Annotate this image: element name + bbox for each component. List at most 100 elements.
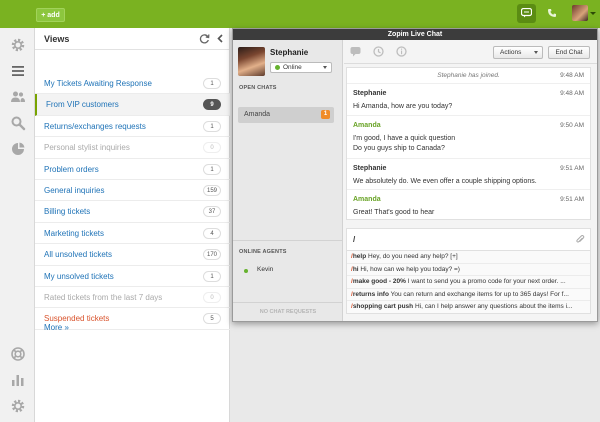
chat-message: Stephanie 9:48 AM Hi Amanda, how are you… [347, 84, 590, 116]
view-item[interactable]: Personal stylist inquiries 0 [35, 137, 230, 159]
message-text: Great! That's good to hear [353, 209, 435, 216]
agent-avatar [238, 47, 265, 76]
phone-icon [547, 8, 557, 20]
open-chat-item[interactable]: Amanda 1 [238, 107, 334, 123]
view-item-count: 1 [203, 120, 221, 132]
refresh-icon[interactable] [199, 33, 210, 44]
view-item[interactable]: All unsolved tickets 170 [35, 244, 230, 266]
message-text: Hi Amanda, how are you today? [353, 103, 453, 110]
help-ring-icon[interactable] [9, 345, 26, 362]
message-text: We absolutely do. We even offer a couple… [353, 178, 537, 185]
chat-toolbar: Actions End Chat [344, 40, 597, 64]
view-item-label: All unsolved tickets [44, 250, 113, 260]
end-chat-button[interactable]: End Chat [548, 46, 590, 59]
view-item-count: 9 [203, 99, 221, 111]
shortcut-command: returns info [352, 290, 389, 298]
message-time: 9:48 AM [560, 72, 584, 79]
online-agents-heading: ONLINE AGENTS [239, 249, 287, 255]
collapse-left-icon[interactable] [215, 33, 226, 44]
zopim-chat-window: Zopim Live Chat Stephanie Online OPEN CH… [232, 28, 598, 322]
views-panel: Views My Tickets Awaiting Response 1 From … [35, 28, 230, 422]
chat-toggle-button[interactable] [517, 4, 536, 23]
shortcut-command: hi [352, 265, 359, 273]
view-item-count: 37 [203, 206, 221, 218]
views-header: Views [35, 28, 229, 50]
chevron-down-icon [534, 51, 538, 54]
shortcut-item[interactable]: /make good - 20% I want to send you a pr… [347, 276, 590, 289]
gear-icon[interactable] [9, 36, 26, 53]
user-avatar[interactable] [572, 5, 588, 21]
view-item[interactable]: Billing tickets 37 [35, 201, 230, 223]
online-agent-name[interactable]: Kevin [257, 266, 273, 273]
open-chat-name: Amanda [244, 111, 271, 118]
view-item-label: Billing tickets [44, 207, 91, 217]
view-item-count: 4 [203, 227, 221, 239]
chevron-down-icon [323, 66, 327, 69]
system-message: Stephanie has joined. 9:48 AM [347, 68, 590, 84]
view-item[interactable]: Problem orders 1 [35, 159, 230, 180]
avatar-caret-icon[interactable] [590, 12, 596, 15]
chat-message: Amanda 9:51 AM Great! That's good to hea… [347, 190, 590, 220]
menu-icon[interactable] [9, 62, 26, 79]
more-views-link[interactable]: More » [44, 323, 69, 332]
agent-online-dot-icon [244, 269, 248, 273]
left-rail [0, 28, 35, 422]
history-clock-icon[interactable] [373, 46, 384, 57]
view-item-count: 5 [203, 313, 221, 325]
message-text: Do you guys ship to Canada? [353, 145, 445, 152]
view-item-label: Returns/exchanges requests [44, 121, 146, 131]
view-item-count: 0 [203, 292, 221, 303]
view-item[interactable]: Returns/exchanges requests 1 [35, 116, 230, 138]
view-item-count: 170 [202, 249, 221, 261]
chat-input[interactable]: / [346, 228, 591, 251]
shortcut-command: make good - 20% [352, 278, 406, 285]
pie-chart-icon[interactable] [9, 140, 26, 157]
open-chats-heading: OPEN CHATS [239, 85, 277, 91]
shortcut-command: help [352, 253, 367, 260]
shortcut-text: I want to send you a promo code for your… [407, 278, 566, 285]
shortcut-command: shopping cart push [352, 303, 414, 310]
view-item-label: My unsolved tickets [44, 271, 114, 281]
view-item-label: From VIP customers [46, 100, 119, 110]
view-item[interactable]: Rated tickets from the last 7 days 0 [35, 287, 230, 309]
view-item[interactable]: General inquiries 159 [35, 180, 230, 202]
actions-dropdown[interactable]: Actions [493, 46, 543, 59]
chat-transcript: Stephanie has joined. 9:48 AM Stephanie … [346, 67, 591, 220]
phone-button[interactable] [545, 7, 559, 21]
info-icon[interactable] [396, 46, 407, 57]
chat-bubble-icon[interactable] [350, 46, 361, 57]
bar-chart-icon[interactable] [9, 371, 26, 388]
search-icon[interactable] [9, 114, 26, 131]
message-time: 9:51 AM [560, 165, 584, 172]
chat-bubble-icon [520, 7, 533, 20]
top-bar: + add [0, 0, 600, 28]
add-button[interactable]: + add [36, 8, 65, 22]
no-chat-requests: NO CHAT REQUESTS [233, 302, 343, 321]
chat-message: Amanda 9:50 AM I'm good, I have a quick … [347, 116, 590, 159]
message-text: I'm good, I have a quick question [353, 135, 456, 142]
shortcut-item[interactable]: /shopping cart push Hi, can I help answe… [347, 301, 590, 314]
shortcut-item[interactable]: /returns info You can return and exchang… [347, 289, 590, 301]
system-message-text: Stephanie has joined. [437, 72, 500, 79]
paperclip-icon[interactable] [575, 234, 585, 245]
zopim-sidebar: Stephanie Online OPEN CHATS Amanda 1 ONL… [233, 40, 343, 321]
unread-badge: 1 [321, 110, 330, 119]
users-icon[interactable] [9, 88, 26, 105]
shortcut-suggestions: /help Hey, do you need any help? [+] /hi… [346, 251, 591, 314]
view-item-label: My Tickets Awaiting Response [44, 79, 152, 88]
view-item[interactable]: Marketing tickets 4 [35, 223, 230, 245]
zopim-title: Zopim Live Chat [233, 29, 597, 40]
shortcut-item[interactable]: /hi Hi, how can we help you today? =) [347, 264, 590, 276]
message-time: 9:51 AM [560, 196, 584, 203]
view-item[interactable]: My unsolved tickets 1 [35, 266, 230, 287]
settings-icon[interactable] [9, 397, 26, 414]
view-item[interactable]: My Tickets Awaiting Response 1 [35, 73, 230, 95]
shortcut-text: Hi, can I help answer any questions abou… [414, 303, 573, 310]
shortcut-item[interactable]: /help Hey, do you need any help? [+] [347, 251, 590, 264]
view-item-count: 1 [203, 163, 221, 175]
status-select[interactable]: Online [270, 62, 332, 73]
message-sender: Amanda [353, 122, 381, 129]
chat-message: Stephanie 9:51 AM We absolutely do. We e… [347, 159, 590, 190]
view-item-count: 1 [203, 78, 221, 89]
view-item[interactable]: From VIP customers 9 [35, 94, 230, 116]
